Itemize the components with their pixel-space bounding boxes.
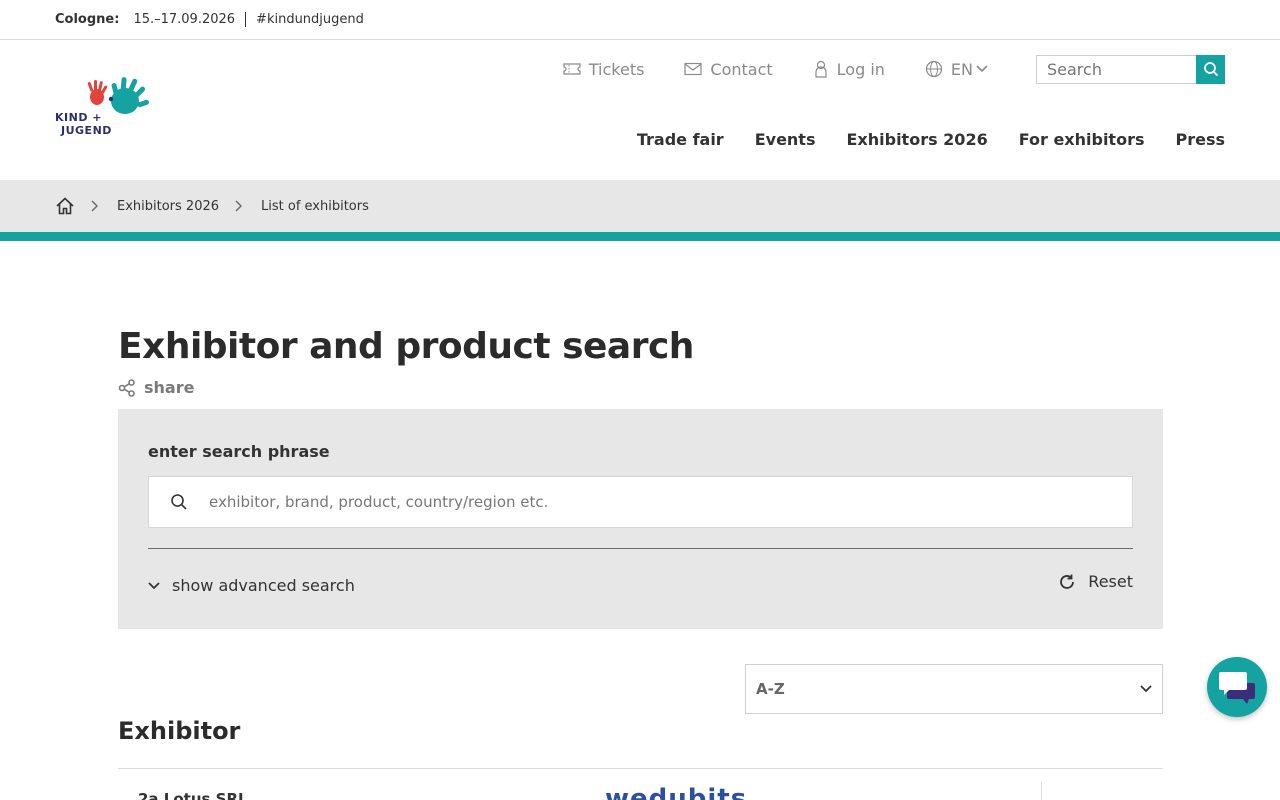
reset-button[interactable]: Reset <box>1058 572 1133 591</box>
chevron-down-icon <box>1140 685 1152 693</box>
exhibitor-logo: wedubits <box>605 784 748 800</box>
chevron-down-icon <box>148 581 160 589</box>
breadcrumb: Exhibitors 2026 List of exhibitors <box>0 180 1280 232</box>
logo-line-1: KIND + <box>55 111 102 124</box>
event-hashtag[interactable]: #kindundjugend <box>256 12 364 27</box>
login-link[interactable]: Log in <box>813 60 885 79</box>
exhibitor-name[interactable]: 2a Lotus SRL <box>138 790 248 800</box>
chat-icon <box>1219 672 1255 704</box>
kind-jugend-logo[interactable]: KIND + JUGEND <box>55 77 159 139</box>
breadcrumb-separator <box>235 200 243 212</box>
user-icon <box>815 60 827 78</box>
chat-button[interactable] <box>1207 657 1267 717</box>
exhibitor-search-panel: enter search phrase exhibitor, brand, pr… <box>118 409 1163 629</box>
contact-label: Contact <box>710 59 773 79</box>
search-icon <box>1203 62 1218 77</box>
refresh-icon <box>1060 574 1075 589</box>
event-city: Cologne: <box>55 12 120 27</box>
nav-trade-fair[interactable]: Trade fair <box>637 130 724 149</box>
home-icon[interactable] <box>55 196 75 216</box>
tickets-label: Tickets <box>588 59 645 79</box>
ticket-icon <box>563 63 581 75</box>
nav-events[interactable]: Events <box>755 130 816 149</box>
login-label: Log in <box>836 59 885 79</box>
share-icon <box>118 378 135 397</box>
advanced-search-label: show advanced search <box>172 576 355 595</box>
show-advanced-search-toggle[interactable]: show advanced search <box>148 576 355 595</box>
sort-selected-value: A-Z <box>756 680 785 698</box>
header-search-input[interactable] <box>1036 54 1196 84</box>
section-divider <box>118 768 1163 769</box>
logo-line-2: JUGEND <box>61 124 112 137</box>
search-field-icon-wrap <box>149 493 209 511</box>
breadcrumb-list-of-exhibitors[interactable]: List of exhibitors <box>261 199 369 214</box>
meta-navigation: Tickets Contact Log in EN <box>563 54 1225 84</box>
header-search <box>1036 54 1225 84</box>
language-selector[interactable]: EN <box>925 60 996 79</box>
nav-for-exhibitors[interactable]: For exhibitors <box>1019 130 1145 149</box>
accent-divider <box>0 232 1280 241</box>
contact-link[interactable]: Contact <box>684 59 773 79</box>
share-button[interactable]: share <box>118 378 194 397</box>
search-icon <box>171 494 187 510</box>
language-label: EN <box>950 59 973 79</box>
reset-label: Reset <box>1088 572 1133 591</box>
chevron-right-icon <box>235 200 243 212</box>
header-search-button[interactable] <box>1196 54 1225 84</box>
exhibitor-section-title: Exhibitor <box>118 717 241 745</box>
logo-wordmark: KIND + JUGEND <box>55 111 112 137</box>
search-phrase-label: enter search phrase <box>148 442 330 461</box>
sort-order-select[interactable]: A-Z <box>745 664 1163 714</box>
row-column-divider <box>1041 782 1042 800</box>
event-dates: 15.–17.09.2026 <box>133 12 247 27</box>
envelope-icon <box>684 62 703 76</box>
breadcrumb-separator <box>91 200 99 212</box>
chevron-down-icon <box>976 65 988 73</box>
chevron-right-icon <box>91 200 98 212</box>
search-phrase-field[interactable]: exhibitor, brand, product, country/regio… <box>148 476 1133 528</box>
share-label: share <box>144 378 195 397</box>
nav-exhibitors-2026[interactable]: Exhibitors 2026 <box>846 130 987 149</box>
panel-divider <box>148 548 1133 549</box>
globe-icon <box>925 60 943 78</box>
breadcrumb-exhibitors-2026[interactable]: Exhibitors 2026 <box>117 199 219 214</box>
page-title: Exhibitor and product search <box>118 326 694 367</box>
search-phrase-placeholder: exhibitor, brand, product, country/regio… <box>209 493 549 511</box>
nav-press[interactable]: Press <box>1175 130 1225 149</box>
tickets-link[interactable]: Tickets <box>563 59 645 79</box>
main-navigation: Trade fair Events Exhibitors 2026 For ex… <box>606 130 1225 149</box>
top-info-bar: Cologne: 15.–17.09.2026 #kindundjugend <box>0 0 1280 40</box>
site-header: KIND + JUGEND Tickets Contact Log in EN … <box>0 41 1280 180</box>
